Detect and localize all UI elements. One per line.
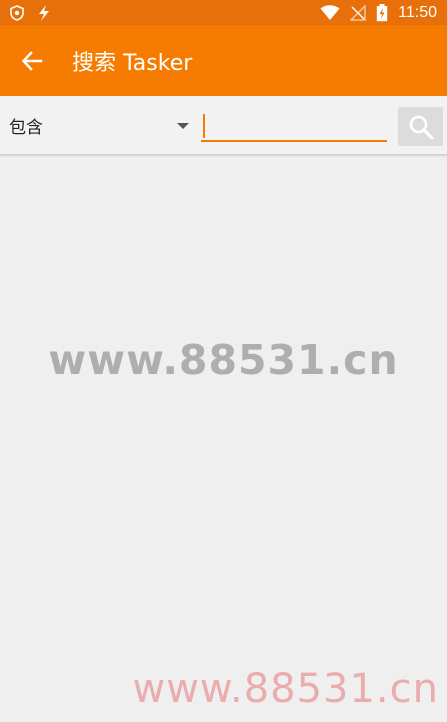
status-left-icons [10,4,52,22]
shield-notification-icon [10,4,24,21]
watermark-center: www.88531.cn [48,336,399,384]
search-input[interactable] [201,110,387,142]
no-signal-icon [350,4,366,21]
search-button[interactable] [398,107,443,146]
dropdown-arrow-icon [177,123,189,129]
status-bar: 11:50 [0,0,447,25]
search-row: 包含 [0,96,447,155]
app-bar: 搜索 Tasker [0,25,447,96]
search-icon [409,115,433,139]
status-time: 11:50 [398,3,437,21]
text-cursor [203,114,205,138]
page-title: 搜索 Tasker [72,50,193,76]
lightning-notification-icon [39,4,49,21]
match-mode-dropdown[interactable]: 包含 [0,96,198,155]
battery-charging-icon [376,3,388,21]
watermark-bottom: www.88531.cn [132,666,439,712]
back-button[interactable] [0,25,64,96]
status-right-icons: 11:50 [320,3,437,22]
match-mode-label: 包含 [9,118,43,138]
arrow-back-icon [21,50,43,71]
wifi-icon [320,4,340,20]
